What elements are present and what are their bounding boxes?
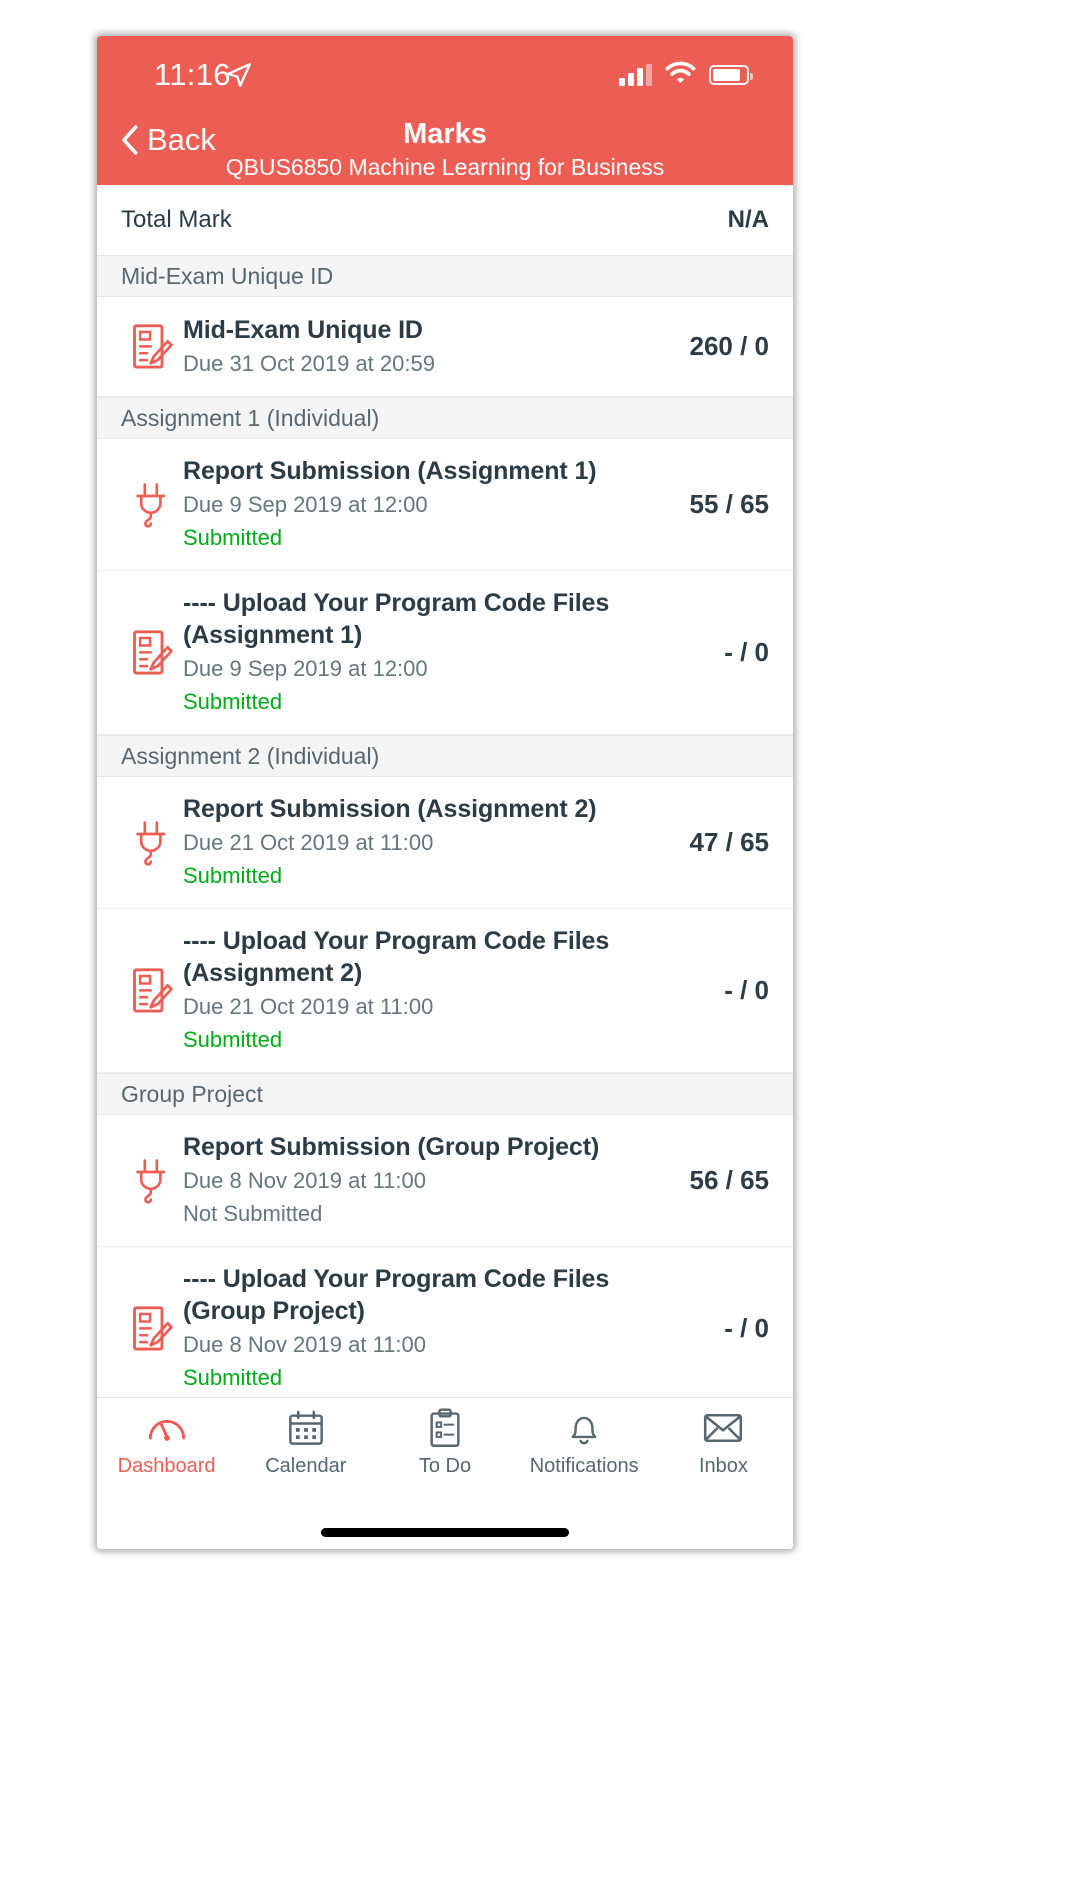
clipboard-list-icon xyxy=(428,1408,462,1448)
document-edit-icon xyxy=(121,966,183,1016)
tab-label: Dashboard xyxy=(117,1455,216,1477)
grade-row-status: Submitted xyxy=(183,863,283,888)
location-arrow-icon xyxy=(226,62,252,88)
grade-row-body: Report Submission (Group Project) Due 8 N… xyxy=(183,1131,664,1230)
grade-row-score: 260 / 0 xyxy=(689,331,769,361)
tab-label: Inbox xyxy=(698,1455,748,1477)
document-edit-icon xyxy=(121,1304,183,1354)
lti-plug-icon xyxy=(121,481,183,529)
grade-row-status: Submitted xyxy=(183,1365,283,1390)
grade-row-body: ---- Upload Your Program Code Files (Gro… xyxy=(183,1263,664,1394)
envelope-icon xyxy=(703,1408,743,1448)
tab-dashboard[interactable]: Dashboard xyxy=(97,1408,236,1478)
grade-row-title: Report Submission (Assignment 1) xyxy=(183,457,597,485)
grade-row-status: Submitted xyxy=(183,525,283,550)
grade-row-status: Submitted xyxy=(183,1027,283,1052)
home-indicator[interactable] xyxy=(321,1527,569,1537)
assignment-groups: Mid-Exam Unique ID Mid-Exam Unique ID Due … xyxy=(97,255,793,1397)
page-subtitle: QBUS6850 Machine Learning for Business xyxy=(225,154,665,180)
grade-row[interactable]: ---- Upload Your Program Code Files (Gro… xyxy=(97,1247,793,1397)
status-bar: 11:16 xyxy=(97,36,793,114)
section-header: Assignment 2 (Individual) xyxy=(97,735,793,777)
section-header-label: Group Project xyxy=(121,1080,263,1107)
grade-row-title: ---- Upload Your Program Code Files (Ass… xyxy=(183,927,610,987)
tab-to-do[interactable]: To Do xyxy=(375,1408,514,1478)
grade-row-due-date: Due 8 Nov 2019 at 11:00 xyxy=(183,1332,426,1357)
screenshot-root: 11:16 Back Marks QBUS6850 Machine Learni… xyxy=(0,0,1080,1898)
grade-row-due-date: Due 9 Sep 2019 at 12:00 xyxy=(183,492,428,517)
grade-row-due-date: Due 8 Nov 2019 at 11:00 xyxy=(183,1168,426,1193)
grade-row-body: ---- Upload Your Program Code Files (Ass… xyxy=(183,925,664,1056)
grade-row[interactable]: ---- Upload Your Program Code Files (Ass… xyxy=(97,909,793,1073)
grade-row-body: ---- Upload Your Program Code Files (Ass… xyxy=(183,587,664,718)
nav-bar: Back Marks QBUS6850 Machine Learning for… xyxy=(97,114,793,185)
grade-row[interactable]: Mid-Exam Unique ID Due 31 Oct 2019 at 20:… xyxy=(97,297,793,397)
tab-notifications[interactable]: Notifications xyxy=(515,1408,654,1478)
lti-plug-icon xyxy=(121,819,183,867)
grade-row-title: Report Submission (Assignment 2) xyxy=(183,795,597,823)
grade-row-body: Report Submission (Assignment 2) Due 21 O… xyxy=(183,793,664,892)
bell-icon xyxy=(566,1408,602,1448)
calendar-icon xyxy=(287,1408,325,1448)
nav-title-block: Marks QBUS6850 Machine Learning for Busi… xyxy=(97,114,793,182)
cellular-signal-icon xyxy=(619,63,652,86)
grade-row[interactable]: Report Submission (Assignment 2) Due 21 O… xyxy=(97,777,793,909)
total-mark-row: Total Mark N/A xyxy=(97,185,793,255)
grade-row-status: Not Submitted xyxy=(183,1201,323,1226)
grade-row-score: 55 / 65 xyxy=(689,489,769,519)
tab-inbox[interactable]: Inbox xyxy=(654,1408,793,1478)
grade-row-status: Submitted xyxy=(183,689,283,714)
total-mark-value: N/A xyxy=(727,206,769,233)
grade-row[interactable]: ---- Upload Your Program Code Files (Ass… xyxy=(97,571,793,735)
grade-row-score: - / 0 xyxy=(724,637,769,667)
grade-row[interactable]: Report Submission (Group Project) Due 8 N… xyxy=(97,1115,793,1247)
battery-icon xyxy=(709,65,753,85)
grade-row-score: 56 / 65 xyxy=(689,1165,769,1195)
grade-row[interactable]: Report Submission (Assignment 1) Due 9 Se… xyxy=(97,439,793,571)
document-edit-icon xyxy=(121,322,183,372)
bottom-tab-bar[interactable]: Dashboard Calendar To Do Notifications Inbox xyxy=(97,1397,793,1515)
tab-label: Notifications xyxy=(529,1455,639,1477)
section-header: Assignment 1 (Individual) xyxy=(97,397,793,439)
grade-row-body: Report Submission (Assignment 1) Due 9 Se… xyxy=(183,455,664,554)
document-edit-icon xyxy=(121,628,183,678)
dashboard-gauge-icon xyxy=(147,1408,187,1448)
grade-row-due-date: Due 9 Sep 2019 at 12:00 xyxy=(183,656,428,681)
marks-list[interactable]: Total Mark N/A Mid-Exam Unique ID Mid-Exa… xyxy=(97,185,793,1397)
grade-row-score: 47 / 65 xyxy=(689,827,769,857)
grade-row-title: Mid-Exam Unique ID xyxy=(183,315,423,344)
section-header-label: Assignment 2 (Individual) xyxy=(121,742,380,769)
grade-row-title: Report Submission (Group Project) xyxy=(183,1133,600,1161)
section-header-label: Mid-Exam Unique ID xyxy=(121,262,334,289)
tab-label: To Do xyxy=(418,1455,472,1477)
tab-label: Calendar xyxy=(265,1455,347,1477)
grade-row-due-date: Due 31 Oct 2019 at 20:59 xyxy=(183,350,435,376)
page-title: Marks xyxy=(403,118,487,150)
phone-device: 11:16 Back Marks QBUS6850 Machine Learni… xyxy=(97,36,793,1549)
total-mark-label: Total Mark xyxy=(121,206,232,233)
grade-row-title: ---- Upload Your Program Code Files (Ass… xyxy=(183,589,610,649)
grade-row-body: Mid-Exam Unique ID Due 31 Oct 2019 at 20:… xyxy=(183,314,664,380)
status-bar-time: 11:16 xyxy=(154,57,231,92)
section-header-label: Assignment 1 (Individual) xyxy=(121,404,380,431)
grade-row-score: - / 0 xyxy=(724,1313,769,1343)
grade-row-title: ---- Upload Your Program Code Files (Gro… xyxy=(183,1265,610,1325)
status-bar-indicators xyxy=(619,61,753,89)
lti-plug-icon xyxy=(121,1157,183,1205)
home-indicator-area xyxy=(97,1515,793,1549)
section-header: Group Project xyxy=(97,1073,793,1115)
grade-row-score: - / 0 xyxy=(724,975,769,1005)
grade-row-due-date: Due 21 Oct 2019 at 11:00 xyxy=(183,994,434,1019)
tab-calendar[interactable]: Calendar xyxy=(236,1408,375,1478)
section-header: Mid-Exam Unique ID xyxy=(97,255,793,297)
wifi-icon xyxy=(665,61,696,89)
grade-row-due-date: Due 21 Oct 2019 at 11:00 xyxy=(183,830,434,855)
